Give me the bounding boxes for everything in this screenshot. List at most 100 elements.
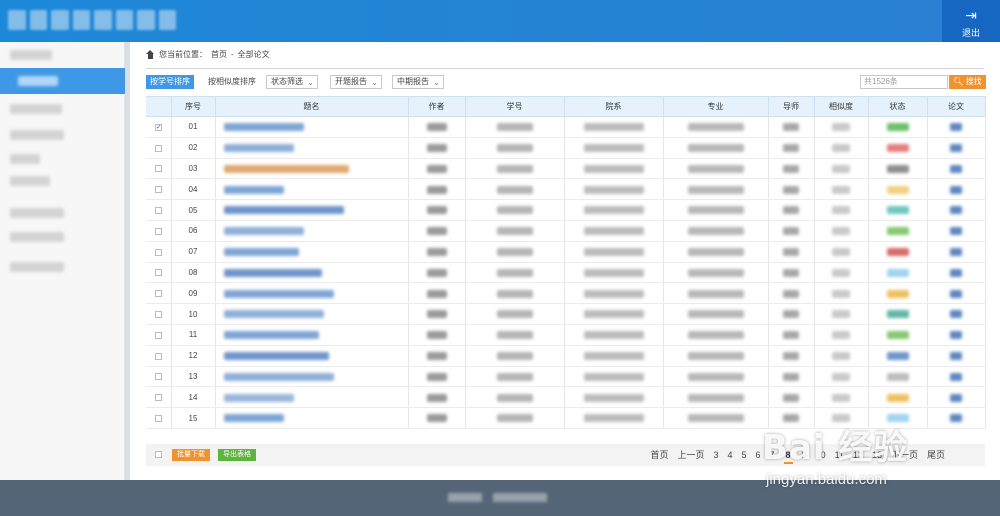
paper-download-icon[interactable]	[950, 248, 962, 257]
thesis-title[interactable]	[223, 289, 334, 298]
paper-cell[interactable]	[927, 158, 986, 180]
row-checkbox[interactable]	[154, 394, 162, 402]
thesis-title-cell[interactable]	[215, 262, 409, 284]
select-all-checkbox[interactable]	[155, 451, 162, 458]
thesis-title-cell[interactable]	[215, 137, 409, 159]
paper-cell[interactable]	[927, 220, 986, 242]
table-row[interactable]: 07	[146, 241, 986, 263]
pager-page[interactable]: 6	[756, 448, 761, 464]
thesis-title[interactable]	[223, 185, 284, 194]
breadcrumb-home-link[interactable]: 首页	[211, 49, 227, 60]
table-row[interactable]: 14	[146, 386, 986, 409]
table-row[interactable]: 02	[146, 137, 986, 159]
column-header[interactable]: 学号	[465, 96, 565, 117]
logout-button[interactable]: ⇥ 退出	[942, 0, 1000, 42]
thesis-title-cell[interactable]	[215, 386, 409, 409]
paper-download-icon[interactable]	[950, 393, 962, 402]
row-checkbox[interactable]	[154, 248, 162, 256]
column-header[interactable]: 题名	[215, 96, 409, 117]
thesis-title-cell[interactable]	[215, 199, 409, 221]
thesis-title[interactable]	[223, 352, 329, 361]
column-header[interactable]: 导师	[768, 96, 815, 117]
thesis-title-cell[interactable]	[215, 407, 409, 429]
column-header[interactable]: 作者	[408, 96, 466, 117]
row-checkbox[interactable]	[154, 186, 162, 194]
sidebar-item[interactable]	[10, 232, 64, 242]
sort-by-similarity-button[interactable]: 按相似度排序	[208, 75, 256, 89]
paper-download-icon[interactable]	[950, 206, 962, 215]
thesis-title-cell[interactable]	[215, 241, 409, 263]
thesis-title[interactable]	[223, 164, 349, 173]
thesis-title-cell[interactable]	[215, 178, 409, 201]
sidebar-item[interactable]	[10, 176, 50, 186]
thesis-title-cell[interactable]	[215, 220, 409, 242]
status-filter-dropdown[interactable]: 状态筛选 ⌄	[266, 75, 318, 89]
thesis-title[interactable]	[223, 310, 324, 319]
thesis-title[interactable]	[223, 372, 334, 381]
paper-download-icon[interactable]	[950, 144, 962, 153]
row-checkbox[interactable]	[154, 165, 162, 173]
thesis-title[interactable]	[223, 414, 284, 423]
paper-download-icon[interactable]	[950, 310, 962, 319]
proposal-filter-dropdown[interactable]: 开题报告 ⌄	[330, 75, 382, 89]
sidebar-item[interactable]	[10, 208, 64, 218]
thesis-title[interactable]	[223, 268, 322, 277]
thesis-title-cell[interactable]	[215, 282, 409, 305]
paper-download-icon[interactable]	[950, 185, 962, 194]
table-row[interactable]: 10	[146, 303, 986, 325]
midterm-filter-dropdown[interactable]: 中期报告 ⌄	[392, 75, 444, 89]
paper-download-icon[interactable]	[950, 227, 962, 236]
pager-page[interactable]: 4	[727, 448, 732, 464]
paper-download-icon[interactable]	[950, 331, 962, 340]
row-checkbox[interactable]	[154, 414, 162, 422]
thesis-title-cell[interactable]	[215, 116, 409, 138]
paper-download-icon[interactable]	[950, 289, 962, 298]
table-row[interactable]: 03	[146, 158, 986, 180]
row-checkbox[interactable]	[154, 144, 162, 152]
paper-download-icon[interactable]	[950, 372, 962, 381]
row-checkbox[interactable]	[154, 331, 162, 339]
table-row[interactable]: ✓ 01	[146, 116, 986, 138]
paper-cell[interactable]	[927, 178, 986, 201]
paper-cell[interactable]	[927, 386, 986, 409]
table-row[interactable]: 06	[146, 220, 986, 242]
thesis-title[interactable]	[223, 206, 344, 215]
paper-cell[interactable]	[927, 324, 986, 346]
sidebar-item[interactable]	[10, 154, 40, 164]
paper-cell[interactable]	[927, 199, 986, 221]
thesis-title[interactable]	[223, 144, 294, 153]
pager-first[interactable]: 首页	[650, 448, 668, 464]
thesis-title-cell[interactable]	[215, 366, 409, 388]
thesis-title-cell[interactable]	[215, 158, 409, 180]
table-row[interactable]: 09	[146, 282, 986, 305]
pager-prev[interactable]: 上一页	[677, 448, 704, 464]
table-row[interactable]: 13	[146, 366, 986, 388]
paper-download-icon[interactable]	[950, 352, 962, 361]
row-checkbox[interactable]: ✓	[154, 123, 162, 131]
table-row[interactable]: 08	[146, 262, 986, 284]
paper-download-icon[interactable]	[950, 123, 962, 132]
row-checkbox[interactable]	[154, 290, 162, 298]
column-header[interactable]: 相似度	[814, 96, 869, 117]
table-row[interactable]: 12	[146, 345, 986, 367]
column-header[interactable]: 论文	[927, 96, 986, 117]
column-header[interactable]: 专业	[663, 96, 769, 117]
row-checkbox[interactable]	[154, 269, 162, 277]
column-header[interactable]: 序号	[171, 96, 216, 117]
export-table-button[interactable]: 导出表格	[218, 449, 256, 461]
search-input[interactable]: 共1526条	[860, 75, 948, 89]
paper-cell[interactable]	[927, 345, 986, 367]
thesis-title[interactable]	[223, 331, 319, 340]
pager-page[interactable]: 3	[713, 448, 718, 464]
paper-cell[interactable]	[927, 366, 986, 388]
table-row[interactable]: 04	[146, 178, 986, 201]
thesis-title[interactable]	[223, 227, 304, 236]
batch-download-button[interactable]: 批量下载	[172, 449, 210, 461]
sidebar-item[interactable]	[10, 50, 52, 60]
row-checkbox[interactable]	[154, 310, 162, 318]
table-row[interactable]: 11	[146, 324, 986, 346]
paper-cell[interactable]	[927, 116, 986, 138]
row-checkbox[interactable]	[154, 373, 162, 381]
pager-page[interactable]: 5	[742, 448, 747, 464]
thesis-title-cell[interactable]	[215, 303, 409, 325]
